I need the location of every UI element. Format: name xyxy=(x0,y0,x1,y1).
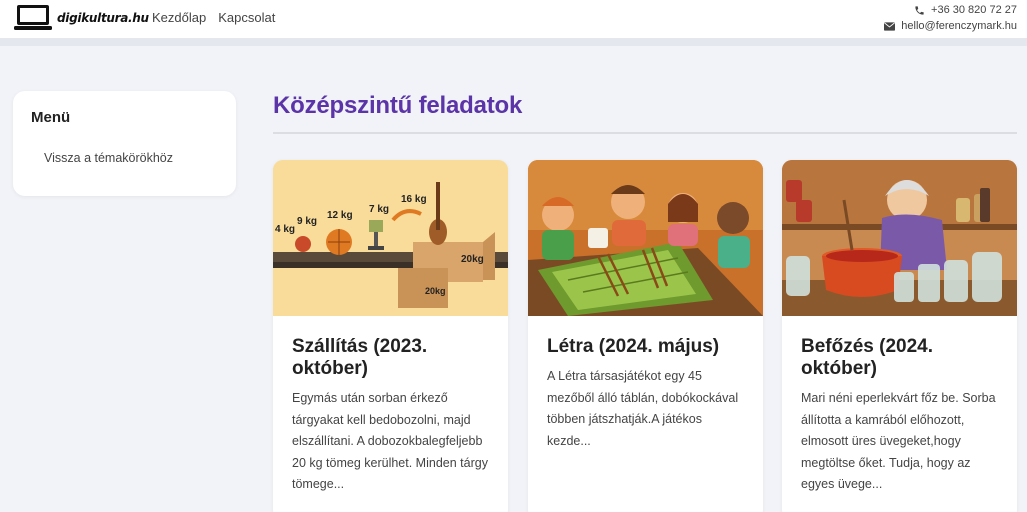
shipping-illustration: 4 kg 9 kg 12 kg 7 kg 16 kg 20kg 20kg xyxy=(273,160,508,316)
mail-icon xyxy=(884,21,896,31)
brand-logo[interactable]: digikultura.hu xyxy=(13,3,149,33)
weight-label-4kg: 4 kg xyxy=(275,224,295,235)
jam-making-illustration xyxy=(782,160,1017,316)
main-nav: Kezdőlap Kapcsolat xyxy=(152,10,275,25)
task-card-letra[interactable]: Létra (2024. május) A Létra társasjátéko… xyxy=(528,160,763,512)
card-title[interactable]: Szállítás (2023. október) xyxy=(292,336,492,380)
weight-label-16kg: 16 kg xyxy=(401,194,427,205)
sidebar-title: Menü xyxy=(31,109,71,126)
card-title[interactable]: Létra (2024. május) xyxy=(547,336,747,358)
nav-home-link[interactable]: Kezdőlap xyxy=(152,10,206,25)
back-to-topics-link[interactable]: Vissza a témakörökhöz xyxy=(44,151,173,165)
card-title[interactable]: Befőzés (2024. október) xyxy=(801,336,1001,380)
phone-row: +36 30 820 72 27 xyxy=(884,2,1017,18)
card-excerpt: Mari néni eperlekvárt főz be. Sorba állí… xyxy=(801,391,996,491)
card-excerpt: Egymás után sorban érkező tárgyakat kell… xyxy=(292,391,488,491)
phone-icon xyxy=(915,5,924,15)
header-divider xyxy=(0,38,1027,46)
sidebar-menu: Menü Vissza a témakörökhöz xyxy=(13,91,236,196)
brand-name: digikultura.hu xyxy=(57,11,149,25)
laptop-icon xyxy=(14,5,52,30)
card-excerpt: A Létra társasjátékot egy 45 mezőből áll… xyxy=(547,369,739,448)
task-card-befozes[interactable]: Befőzés (2024. október) Mari néni eperle… xyxy=(782,160,1017,512)
box-label-20kg-small: 20kg xyxy=(425,286,446,296)
top-navbar: digikultura.hu Kezdőlap Kapcsolat +36 30… xyxy=(0,0,1027,38)
phone-number[interactable]: +36 30 820 72 27 xyxy=(931,2,1017,18)
email-address[interactable]: hello@ferenczymark.hu xyxy=(901,18,1017,34)
task-card-szallitas[interactable]: 4 kg 9 kg 12 kg 7 kg 16 kg 20kg 20kg Szá… xyxy=(273,160,508,512)
page-title: Középszintű feladatok xyxy=(273,92,523,119)
title-divider xyxy=(273,132,1017,134)
box-label-20kg: 20kg xyxy=(461,254,484,265)
nav-contact-link[interactable]: Kapcsolat xyxy=(218,10,275,25)
weight-label-7kg: 7 kg xyxy=(369,204,389,215)
ladder-game-illustration xyxy=(528,160,763,316)
email-row: hello@ferenczymark.hu xyxy=(884,18,1017,34)
contact-info: +36 30 820 72 27 hello@ferenczymark.hu xyxy=(884,2,1017,34)
weight-label-9kg: 9 kg xyxy=(297,216,317,227)
weight-label-12kg: 12 kg xyxy=(327,210,353,221)
